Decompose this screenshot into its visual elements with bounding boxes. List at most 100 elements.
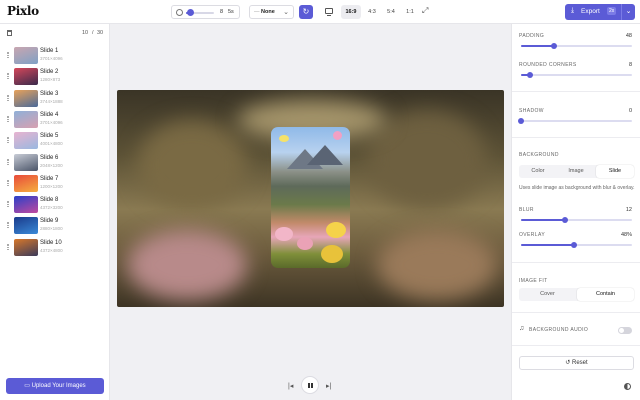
- slider-knob[interactable]: [551, 43, 558, 49]
- slides-panel: 10 / 30 Slide 1 3701×4096 Slide 2 1280×873 S…: [0, 24, 110, 400]
- drag-handle-icon[interactable]: [7, 179, 9, 186]
- drag-handle-icon[interactable]: [7, 137, 9, 144]
- slide-list-item[interactable]: Slide 2 1280×873: [0, 66, 110, 87]
- slide-list-item[interactable]: Slide 3 3744×1888: [0, 88, 110, 109]
- slide-thumbnail[interactable]: [14, 238, 38, 256]
- export-button[interactable]: ⤓ Export 2x: [565, 4, 621, 20]
- slider-fill: [521, 219, 566, 221]
- theme-toggle-icon[interactable]: [624, 383, 631, 390]
- transition-prefix: —: [254, 9, 260, 15]
- ratio-4-3[interactable]: 4:3: [364, 5, 380, 19]
- drag-handle-icon[interactable]: [7, 243, 9, 250]
- trash-icon[interactable]: [7, 30, 12, 36]
- slide-thumbnail[interactable]: [14, 174, 38, 192]
- slide-dimensions: 1200×1200: [40, 183, 63, 189]
- slide-thumbnail[interactable]: [14, 217, 38, 235]
- drag-handle-icon[interactable]: [7, 52, 9, 58]
- slide-dimensions: 3701×4096: [40, 119, 63, 125]
- music-icon: ♫: [519, 325, 525, 332]
- slide-count: 10: [82, 30, 89, 36]
- petal-shape: [333, 131, 342, 140]
- ratio-5-4[interactable]: 5:4: [383, 5, 399, 19]
- next-slide-icon[interactable]: ▸|: [326, 382, 331, 390]
- slide-name: Slide 7: [40, 175, 59, 182]
- drag-handle-icon[interactable]: [7, 94, 9, 101]
- background-mode-tabs: Color Image Slide: [519, 165, 634, 178]
- top-toolbar: Pixlo 8 5s — None ⌄ ↻ 16:9 4:3 5:4 1:1 ⤢…: [0, 0, 640, 24]
- background-tab-slide[interactable]: Slide: [596, 165, 634, 178]
- slider-fill: [521, 45, 555, 47]
- image-fit-cover[interactable]: Cover: [519, 288, 576, 301]
- duration-value: 8: [220, 9, 224, 15]
- upload-images-button[interactable]: ▭ Upload Your Images: [6, 378, 104, 394]
- rounded-corners-slider[interactable]: [521, 72, 632, 78]
- background-audio-toggle[interactable]: [618, 327, 632, 334]
- app-logo: Pixlo: [7, 4, 39, 18]
- reset-button[interactable]: ↺ Reset: [519, 356, 634, 370]
- drag-handle-icon[interactable]: [7, 115, 9, 122]
- slider-knob[interactable]: [571, 242, 578, 248]
- preview-stage[interactable]: [117, 90, 504, 307]
- slide-list-item[interactable]: Slide 8 4372×3200: [0, 194, 110, 215]
- background-tab-color[interactable]: Color: [519, 165, 557, 178]
- slide-thumbnail[interactable]: [14, 196, 38, 214]
- pause-button[interactable]: [301, 376, 319, 394]
- image-fit-tabs: Cover Contain: [519, 288, 634, 301]
- blur-value: 12: [625, 207, 632, 213]
- slider-knob[interactable]: [562, 217, 569, 223]
- slide-thumbnail[interactable]: [14, 132, 38, 150]
- slider-knob[interactable]: [526, 72, 533, 78]
- fullscreen-icon[interactable]: ⤢: [422, 6, 428, 16]
- slide-list-item[interactable]: Slide 6 2048×1200: [0, 152, 110, 173]
- slide-name: Slide 4: [40, 111, 59, 118]
- image-fit-contain[interactable]: Contain: [577, 288, 634, 301]
- slide-list-item[interactable]: Slide 7 1200×1200: [0, 173, 110, 194]
- chevron-down-icon: ⌄: [283, 9, 289, 16]
- drag-handle-icon[interactable]: [7, 73, 9, 80]
- slide-list-item[interactable]: Slide 10 4372×4800: [0, 237, 110, 258]
- folder-icon: ▭: [24, 383, 32, 389]
- slide-thumbnail[interactable]: [14, 47, 38, 64]
- divider: [512, 345, 640, 346]
- previous-slide-icon[interactable]: |◂: [288, 382, 293, 390]
- slide-thumbnail[interactable]: [14, 110, 38, 128]
- divider: [512, 312, 640, 313]
- blur-blob: [377, 230, 497, 300]
- monitor-icon[interactable]: [325, 8, 333, 16]
- duration-slider-knob[interactable]: [187, 9, 195, 16]
- shadow-value: 0: [628, 108, 632, 114]
- slide-thumbnail[interactable]: [14, 89, 38, 107]
- ratio-1-1[interactable]: 1:1: [402, 5, 418, 19]
- background-tab-image[interactable]: Image: [557, 165, 595, 178]
- slide-name: Slide 6: [40, 154, 59, 161]
- slide-list-item[interactable]: Slide 4 3701×4096: [0, 109, 110, 130]
- shadow-slider[interactable]: [518, 118, 632, 124]
- blur-blob: [367, 110, 487, 210]
- shadow-label: SHADOW: [519, 108, 544, 114]
- ratio-16-9[interactable]: 16:9: [341, 5, 361, 19]
- drag-handle-icon[interactable]: [7, 201, 9, 208]
- reset-icon: ↺: [565, 360, 572, 366]
- settings-panel: PADDING 48 ROUNDED CORNERS 8 SHADOW 0 BA…: [511, 24, 640, 400]
- slide-dimensions: 2880×1800: [40, 226, 63, 232]
- download-icon: ⤓: [571, 7, 575, 14]
- slide-duration-control[interactable]: 8 5s: [171, 5, 240, 19]
- slide-thumbnail[interactable]: [14, 153, 38, 171]
- loop-button[interactable]: ↻: [299, 5, 313, 19]
- blur-slider[interactable]: [521, 217, 632, 223]
- export-options-button[interactable]: ⌄: [621, 4, 635, 20]
- overlay-slider[interactable]: [521, 242, 632, 248]
- slide-preview-image: [271, 127, 350, 268]
- divider: [512, 262, 640, 263]
- slide-list-item[interactable]: Slide 9 2880×1800: [0, 215, 110, 236]
- slider-knob[interactable]: [518, 118, 524, 124]
- drag-handle-icon[interactable]: [7, 158, 9, 165]
- drag-handle-icon[interactable]: [7, 222, 9, 229]
- slide-name: Slide 5: [40, 133, 59, 140]
- slide-count-separator: /: [92, 30, 94, 36]
- padding-slider[interactable]: [521, 43, 632, 49]
- transition-select[interactable]: — None ⌄: [249, 5, 294, 19]
- slide-thumbnail[interactable]: [14, 68, 38, 86]
- slide-list-item[interactable]: Slide 5 4001×4800: [0, 130, 110, 151]
- slide-list-item[interactable]: Slide 1 3701×4096: [0, 45, 110, 66]
